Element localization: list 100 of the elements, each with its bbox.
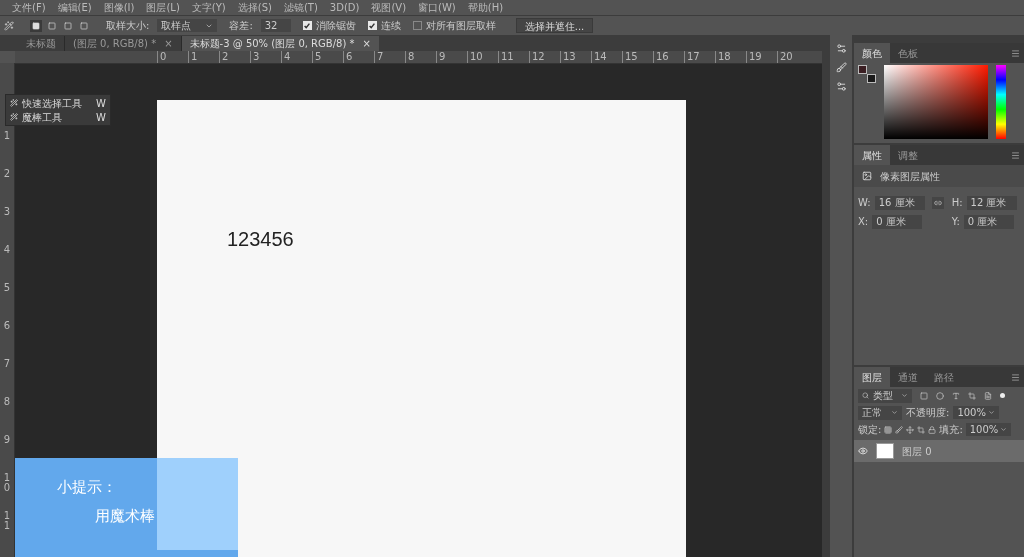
lock-paint-icon[interactable]: [895, 425, 904, 434]
close-tab-icon[interactable]: ×: [164, 36, 173, 51]
pixel-layer-icon: [862, 171, 872, 181]
tip-title: 小提示：: [57, 477, 117, 498]
adjustment-filter-icon[interactable]: [936, 391, 944, 400]
ruler-label: 8: [2, 397, 12, 407]
ruler-label: 7: [2, 359, 12, 369]
menu-item[interactable]: 文件(F): [12, 2, 46, 13]
checkbox-label: 连续: [380, 19, 401, 33]
visibility-icon[interactable]: [858, 446, 868, 456]
foreground-swatch[interactable]: [858, 65, 867, 74]
panel-menu-icon[interactable]: [1011, 372, 1020, 382]
checkbox[interactable]: [412, 21, 422, 30]
field-label: W:: [858, 196, 871, 210]
shortcut-label: W: [96, 110, 106, 125]
ruler-label: 2: [2, 169, 12, 179]
ruler-label: 1: [191, 52, 198, 62]
ruler-label: 1: [2, 131, 12, 141]
panel-tab[interactable]: 色板: [890, 43, 926, 63]
field-label: H:: [951, 196, 963, 210]
menu-item[interactable]: 选择(S): [237, 2, 272, 13]
ruler-label: 4: [2, 245, 12, 255]
value-field[interactable]: 0 厘米: [872, 214, 923, 229]
checkbox[interactable]: [302, 21, 312, 30]
sample-size-dropdown[interactable]: 取样点: [157, 19, 218, 32]
panel-tab[interactable]: 调整: [890, 145, 926, 165]
layer-thumbnail: [876, 443, 894, 459]
properties-heading: 像素图层属性: [880, 169, 940, 184]
color-field[interactable]: [884, 65, 988, 139]
menu-item[interactable]: 帮助(H): [467, 2, 504, 13]
panel-tab[interactable]: 属性: [854, 145, 890, 165]
menu-item[interactable]: 滤镜(T): [283, 2, 318, 13]
value-field[interactable]: 0 厘米: [963, 214, 1014, 229]
value-field[interactable]: 12 厘米: [966, 195, 1017, 210]
opacity-label: 不透明度:: [906, 406, 950, 420]
ruler-label: 13: [563, 52, 576, 62]
ruler-label: 20: [780, 52, 793, 62]
lock-label: 锁定:: [858, 423, 882, 437]
panel-tab[interactable]: 图层: [854, 367, 890, 387]
magic-wand-icon[interactable]: [4, 20, 14, 31]
tolerance-field[interactable]: 32: [260, 19, 291, 32]
fill-label: 填充:: [939, 423, 963, 437]
chevron-down-icon: [901, 392, 908, 399]
blend-mode-dropdown[interactable]: 正常: [858, 405, 902, 420]
ruler-label: 6: [346, 52, 353, 62]
panel-menu-icon[interactable]: [1011, 48, 1020, 58]
color-spectrum-bar[interactable]: [996, 65, 1006, 139]
smart-object-filter-icon[interactable]: [984, 391, 992, 400]
tool-menu-item[interactable]: 魔棒工具: [22, 109, 93, 125]
panel-tab[interactable]: 路径: [926, 367, 962, 387]
ruler-label: 10: [2, 473, 12, 493]
ruler-label: 2: [222, 52, 229, 62]
menu-item[interactable]: 图像(I): [103, 2, 135, 13]
menu-item[interactable]: 窗口(W): [418, 2, 456, 13]
lock-all-icon[interactable]: [928, 425, 937, 434]
tool-menu-item[interactable]: 快速选择工具: [22, 95, 93, 111]
checkbox-label: 消除锯齿: [315, 19, 356, 33]
menu-item[interactable]: 3D(D): [329, 2, 360, 13]
adjust-icon[interactable]: [835, 81, 847, 92]
ruler-label: 7: [377, 52, 384, 62]
menu-item[interactable]: 文字(Y): [191, 2, 226, 13]
ruler-label: 3: [253, 52, 260, 62]
selection-mode-icon[interactable]: [30, 19, 42, 32]
magic-wand-icon: [10, 113, 18, 121]
checkbox-label: 对所有图层取样: [425, 19, 496, 33]
ruler-label: 0: [160, 52, 167, 62]
shortcut-label: W: [96, 96, 106, 111]
filter-toggle-icon[interactable]: [1000, 393, 1005, 398]
select-and-mask-button[interactable]: 选择并遮住...: [515, 18, 594, 33]
document-tab[interactable]: 未标题-3 @ 50% (图层 0, RGB/8) * ×: [181, 36, 379, 51]
layer-filter-dropdown[interactable]: 类型: [858, 388, 912, 403]
fill-field[interactable]: 100%: [965, 423, 1012, 436]
ruler-label: 9: [2, 435, 12, 445]
layer-row[interactable]: 图层 0: [854, 440, 1024, 462]
menu-item[interactable]: 编辑(E): [57, 2, 92, 13]
panel-menu-icon[interactable]: [1011, 150, 1020, 160]
background-swatch[interactable]: [867, 74, 876, 83]
ruler-label: 6: [2, 321, 12, 331]
magic-wand-icon: [10, 99, 18, 107]
search-icon: [862, 392, 869, 399]
link-icon[interactable]: [932, 196, 945, 209]
chevron-down-icon: [987, 409, 995, 416]
value-field[interactable]: 16 厘米: [874, 195, 925, 210]
close-tab-icon[interactable]: ×: [362, 36, 371, 51]
ruler-label: 14: [594, 52, 607, 62]
panel-tab[interactable]: 颜色: [854, 43, 890, 63]
checkbox[interactable]: [367, 21, 377, 30]
pixel-filter-icon[interactable]: [920, 391, 928, 400]
type-filter-icon[interactable]: [952, 391, 960, 400]
panel-tab[interactable]: 通道: [890, 367, 926, 387]
brush-icon[interactable]: [835, 62, 847, 73]
ruler-label: 16: [656, 52, 669, 62]
ruler-label: 11: [501, 52, 514, 62]
shape-filter-icon[interactable]: [968, 391, 976, 400]
menu-item[interactable]: 图层(L): [146, 2, 180, 13]
chevron-down-icon: [891, 409, 898, 416]
ruler-label: 19: [749, 52, 762, 62]
lock-position-icon[interactable]: [906, 425, 915, 434]
opacity-field[interactable]: 100%: [953, 406, 999, 419]
menu-item[interactable]: 视图(V): [371, 2, 407, 13]
